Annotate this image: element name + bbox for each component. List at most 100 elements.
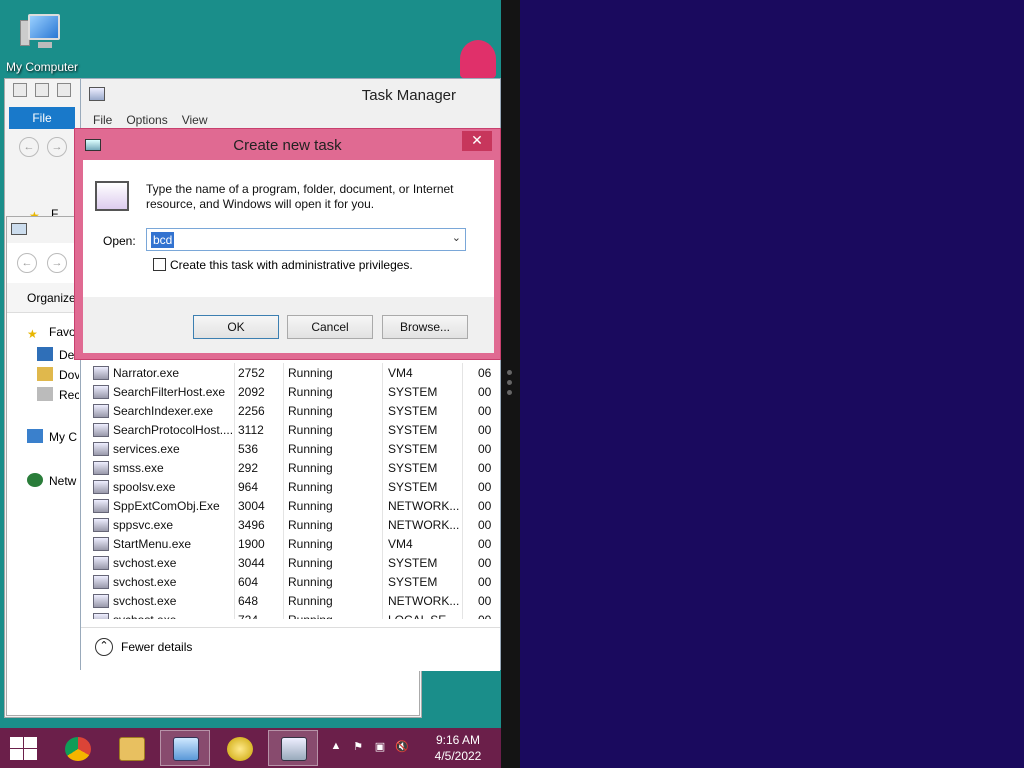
table-row[interactable]: spoolsv.exe 964 Running SYSTEM 00: [89, 477, 499, 496]
taskbar-task-manager[interactable]: [268, 730, 318, 766]
process-user: SYSTEM: [388, 422, 438, 437]
process-name: SearchProtocolHost....: [113, 422, 234, 437]
run-program-icon: [95, 181, 129, 211]
process-icon: [93, 498, 109, 513]
browse-button[interactable]: Browse...: [382, 315, 468, 339]
task-manager-footer: ⌃ Fewer details: [81, 627, 500, 671]
admin-privileges-label[interactable]: Create this task with administrative pri…: [170, 258, 413, 272]
sidebar-item-desktop[interactable]: De: [37, 347, 77, 362]
process-status: Running: [288, 593, 333, 608]
process-status: Running: [288, 574, 333, 589]
process-cpu: 00: [478, 460, 492, 475]
table-row[interactable]: svchost.exe 604 Running SYSTEM 00: [89, 572, 499, 591]
sidebar-item-downloads[interactable]: Dov: [37, 367, 79, 382]
process-user: SYSTEM: [388, 574, 438, 589]
table-row[interactable]: SearchIndexer.exe 2256 Running SYSTEM 00: [89, 401, 499, 420]
task-manager-icon: [89, 87, 105, 101]
speaker-muted-icon[interactable]: 🔇: [394, 740, 410, 754]
new-folder-icon[interactable]: [57, 83, 71, 97]
taskbar-app[interactable]: [214, 730, 264, 766]
my-computer-desktop-icon[interactable]: My Computer: [2, 6, 82, 74]
open-input-value[interactable]: bcd: [151, 232, 175, 248]
my-computer-label: My Computer: [5, 60, 79, 74]
table-row[interactable]: SppExtComObj.Exe 3004 Running NETWORK... 00: [89, 496, 499, 515]
ok-button[interactable]: OK: [193, 315, 279, 339]
process-cpu: 06: [478, 365, 492, 380]
back-arrow-icon[interactable]: ←: [17, 253, 37, 273]
sidebar-item-my-computer[interactable]: My C: [27, 429, 87, 444]
splitter-handle[interactable]: [507, 370, 513, 400]
admin-privileges-checkbox[interactable]: [153, 258, 166, 271]
process-name: Narrator.exe: [113, 365, 180, 380]
organize-button[interactable]: Organize: [27, 291, 76, 305]
open-combobox[interactable]: bcd ⌄: [146, 228, 466, 251]
process-name: spoolsv.exe: [113, 479, 176, 494]
process-name: svchost.exe: [113, 593, 177, 608]
process-pid: 292: [238, 460, 259, 475]
process-icon: [93, 574, 109, 589]
process-status: Running: [288, 384, 333, 399]
create-new-task-dialog[interactable]: Create new task ✕ Type the name of a pro…: [74, 128, 501, 360]
process-user: SYSTEM: [388, 555, 438, 570]
table-row[interactable]: services.exe 536 Running SYSTEM 00: [89, 439, 499, 458]
table-row[interactable]: svchost.exe 648 Running NETWORK... 00: [89, 591, 499, 610]
forward-arrow-icon[interactable]: →: [47, 253, 67, 273]
desktop: My Computer File ← → ★F ← → Organize ★Fa…: [0, 0, 501, 728]
network-icon: [27, 473, 43, 487]
back-arrow-icon[interactable]: ←: [19, 137, 39, 157]
process-pid: 2256: [238, 403, 265, 418]
process-name: svchost.exe: [113, 555, 177, 570]
start-button[interactable]: [8, 736, 38, 760]
taskbar-clock[interactable]: 9:16 AM 4/5/2022: [420, 732, 496, 764]
table-row[interactable]: svchost.exe 724RunningLOCAL SE...00: [89, 610, 499, 619]
dialog-button-area: OK Cancel Browse...: [83, 297, 494, 353]
taskbar-run-window[interactable]: [160, 730, 210, 766]
forward-arrow-icon[interactable]: →: [47, 137, 67, 157]
taskbar-explorer[interactable]: [106, 730, 156, 766]
folder-icon: [119, 737, 145, 761]
process-name: services.exe: [113, 441, 180, 456]
computer-small-icon[interactable]: [13, 83, 27, 97]
table-row[interactable]: sppsvc.exe 3496 Running NETWORK... 00: [89, 515, 499, 534]
table-row[interactable]: SearchFilterHost.exe 2092 Running SYSTEM 00: [89, 382, 499, 401]
chevron-up-icon: ⌃: [95, 638, 113, 656]
file-tab[interactable]: File: [9, 107, 75, 129]
sidebar-item-recent[interactable]: Rec: [37, 387, 79, 402]
process-cpu: 00: [478, 517, 492, 532]
sidebar-item-favorites[interactable]: ★ Favo: [27, 325, 75, 341]
process-icon: [93, 517, 109, 532]
table-row[interactable]: StartMenu.exe 1900 Running VM4 00: [89, 534, 499, 553]
table-row[interactable]: svchost.exe 3044 Running SYSTEM 00: [89, 553, 499, 572]
process-user: LOCAL SE...: [388, 613, 478, 620]
process-status: Running: [288, 536, 333, 551]
table-row[interactable]: SearchProtocolHost.... 3112 Running SYSTEM 0…: [89, 420, 499, 439]
process-pid: 1900: [238, 536, 265, 551]
fewer-details-button[interactable]: ⌃ Fewer details: [95, 638, 192, 656]
process-icon: [93, 403, 109, 418]
process-pid: 724: [238, 613, 288, 620]
process-name: StartMenu.exe: [113, 536, 192, 551]
chevron-down-icon[interactable]: ⌄: [452, 231, 461, 244]
process-icon: [93, 441, 109, 456]
network-icon[interactable]: ▣: [372, 740, 388, 754]
process-user: SYSTEM: [388, 384, 438, 399]
process-name: SearchIndexer.exe: [113, 403, 214, 418]
process-user: SYSTEM: [388, 479, 438, 494]
process-status: Running: [288, 441, 333, 456]
process-icon: [93, 365, 109, 380]
cancel-button[interactable]: Cancel: [287, 315, 373, 339]
process-cpu: 00: [478, 403, 492, 418]
fewer-details-label: Fewer details: [121, 640, 193, 654]
close-button[interactable]: ✕: [462, 131, 492, 151]
window-icon: [11, 223, 27, 235]
process-pid: 3044: [238, 555, 265, 570]
properties-icon[interactable]: [35, 83, 49, 97]
table-row[interactable]: smss.exe 292 Running SYSTEM 00: [89, 458, 499, 477]
chevron-up-icon[interactable]: ▲: [328, 740, 344, 754]
process-status: Running: [288, 555, 333, 570]
flag-icon[interactable]: ⚑: [350, 740, 366, 754]
taskbar-chrome[interactable]: [52, 730, 102, 766]
process-pid: 648: [238, 593, 259, 608]
table-row[interactable]: Narrator.exe 2752 Running VM4 06: [89, 363, 499, 382]
process-user: SYSTEM: [388, 403, 438, 418]
